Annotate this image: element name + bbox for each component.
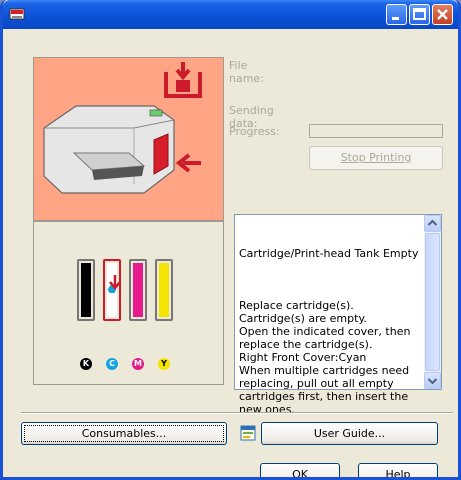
- scroll-thumb[interactable]: [425, 233, 440, 371]
- stop-printing-button[interactable]: Stop Printing: [309, 146, 443, 170]
- scroll-down-button[interactable]: [424, 372, 441, 389]
- printer-app-icon: [9, 8, 25, 20]
- file-name-label: File name:: [229, 59, 264, 85]
- minimize-button[interactable]: [386, 4, 407, 25]
- printer-illustration-panel: [33, 57, 224, 221]
- maximize-button[interactable]: [409, 4, 430, 25]
- scroll-up-icon: [427, 219, 438, 226]
- ok-button[interactable]: OK: [260, 463, 340, 480]
- maximize-icon: [413, 8, 426, 20]
- title-bar[interactable]: [3, 0, 458, 29]
- cartridge-empty-icon: [164, 62, 202, 98]
- scroll-down-icon: [427, 378, 438, 385]
- cartridge-label-cyan: C: [106, 358, 118, 370]
- ok-label: OK: [292, 468, 308, 480]
- help-button[interactable]: Help: [358, 463, 438, 480]
- progress-bar: [309, 124, 443, 138]
- scroll-up-button[interactable]: [424, 215, 441, 232]
- user-guide-label: User Guide...: [313, 427, 386, 440]
- separator: [21, 412, 453, 414]
- cover-arrow-icon: [175, 153, 201, 173]
- cartridge-yellow: [155, 259, 173, 321]
- user-guide-icon: [240, 425, 256, 441]
- empty-cartridge-arrow-icon: [109, 275, 121, 290]
- progress-label: Progress:: [229, 125, 280, 138]
- cartridge-label-yellow: Y: [158, 358, 170, 370]
- message-heading: Cartridge/Print-head Tank Empty: [239, 247, 419, 260]
- close-button[interactable]: [432, 4, 453, 25]
- message-body: Replace cartridge(s). Cartridge(s) are e…: [239, 299, 411, 416]
- message-box[interactable]: Cartridge/Print-head Tank Empty Replace …: [234, 214, 442, 416]
- message-scrollbar[interactable]: [424, 215, 441, 389]
- cartridge-magenta: [129, 259, 147, 321]
- stop-printing-label: Stop Printing: [340, 151, 412, 164]
- help-label: Help: [385, 468, 411, 480]
- minimize-icon: [392, 17, 399, 20]
- user-guide-button[interactable]: User Guide...: [261, 422, 438, 445]
- consumables-label: Consumables...: [81, 427, 167, 440]
- message-text: Cartridge/Print-head Tank Empty Replace …: [239, 221, 419, 442]
- close-icon: [437, 9, 448, 20]
- status-window: K C M Y File name: Sending data: Progres…: [0, 0, 461, 480]
- cartridge-label-black: K: [80, 358, 92, 370]
- cartridge-black: [77, 259, 95, 321]
- cartridge-label-magenta: M: [132, 358, 144, 370]
- consumables-button[interactable]: Consumables...: [21, 422, 227, 445]
